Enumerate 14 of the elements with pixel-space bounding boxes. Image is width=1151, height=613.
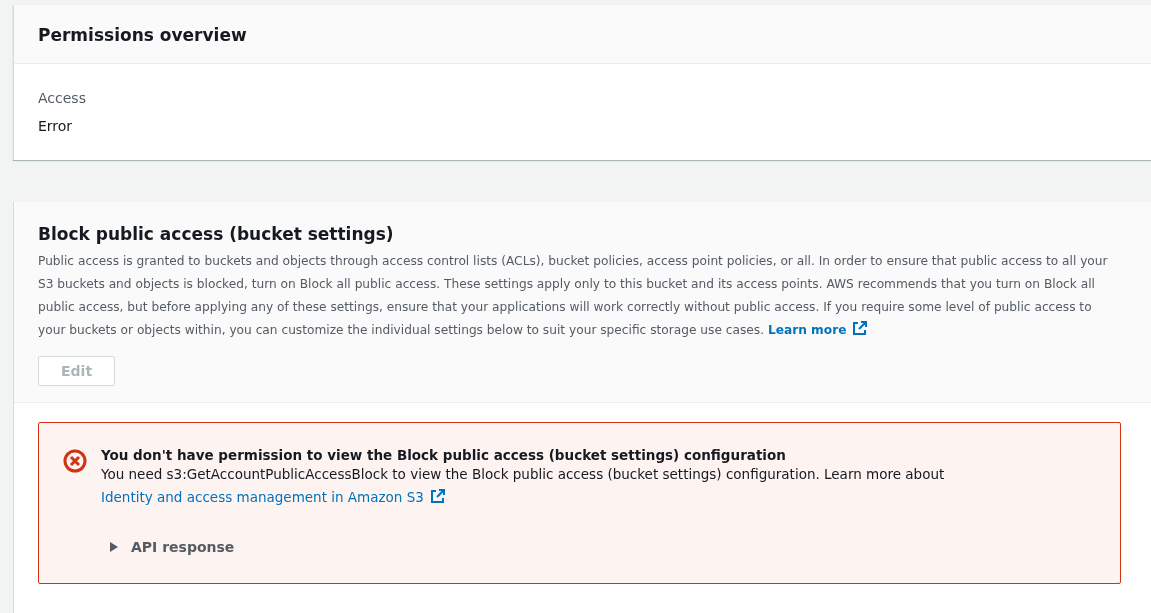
- alert-title: You don't have permission to view the Block public access (bucket settings) configuration: [101, 447, 787, 463]
- learn-more-link[interactable]: Learn more: [767, 323, 847, 337]
- external-link-icon: [429, 488, 446, 504]
- section-title: Block public access (bucket settings): [38, 224, 395, 244]
- section-title: Permissions overview: [38, 25, 248, 45]
- iam-link[interactable]: Identity and access management in Amazon S3: [101, 489, 424, 505]
- error-icon: [63, 449, 87, 473]
- description-text: Public access is granted to buckets and objects through access control lists (ACLs), bucket policies, access point policies, or all. In order to ensure that public access to all your S3 buckets and objects is blocked, turn on Block all public access. These settings apply only to this bucket and its access points. AWS recommends that you turn on Block all public access, but before applying any of these settings, ensure that your applications will work correctly without public access. If you require some level of public access to your buckets or objects within, you can customize the individual settings below to suit your specific storage use cases. Learn more: [38, 253, 1109, 339]
- field-label: Access: [38, 90, 87, 106]
- api-response-toggle[interactable]: API response: [109, 539, 235, 555]
- caret-icon: [109, 542, 119, 552]
- field-value: Error: [38, 118, 74, 134]
- alert-message: You need s3:GetAccountPublicAccessBlock to view the Block public access (bucket settings) configuration. Learn more about Identity and access management in Amazon S3: [101, 465, 946, 507]
- external-link-icon: [852, 320, 869, 336]
